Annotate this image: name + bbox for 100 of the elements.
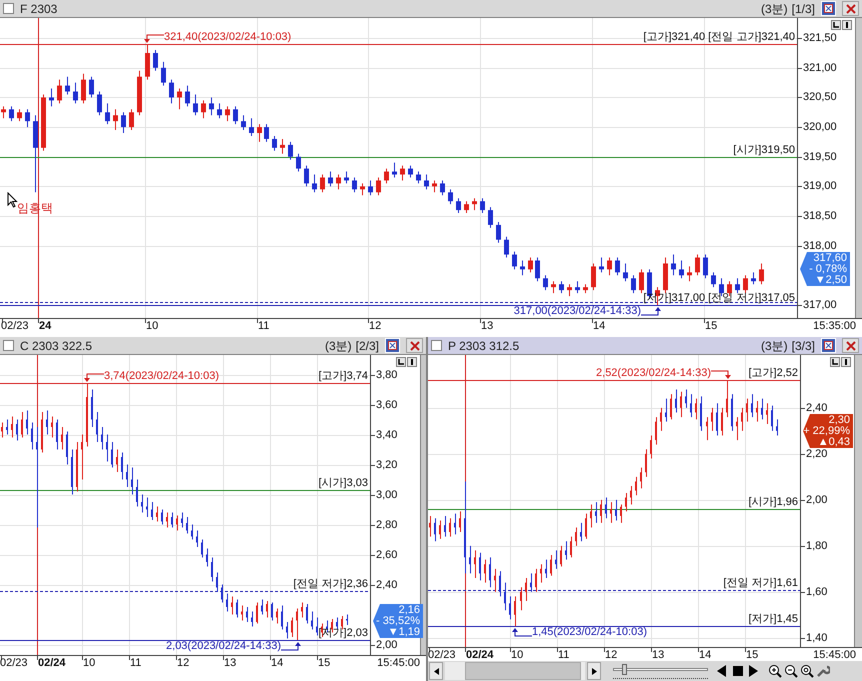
candlestick xyxy=(499,570,501,597)
zoom-out-icon[interactable] xyxy=(784,664,798,678)
candlestick xyxy=(141,494,143,513)
candlestick xyxy=(761,398,763,420)
caret-left-icon xyxy=(434,668,438,674)
candlestick xyxy=(551,280,556,294)
candlestick xyxy=(392,162,397,178)
bar-icon[interactable] xyxy=(407,357,417,367)
axis-label: 2,20 xyxy=(806,448,828,460)
page-indicator: [1/3] xyxy=(792,0,815,18)
axis-label: 320,00 xyxy=(803,121,837,133)
panel-checkbox[interactable] xyxy=(431,340,442,351)
candlestick xyxy=(169,79,174,104)
candlestick xyxy=(116,449,118,472)
axis-label: 12 xyxy=(369,320,382,332)
candlestick xyxy=(679,260,684,279)
change-percent: - 35,52% xyxy=(376,616,420,626)
candlestick xyxy=(217,102,222,119)
maximize-button[interactable] xyxy=(385,338,400,353)
candlestick xyxy=(726,380,728,418)
axis-label: 2,60 xyxy=(376,549,398,561)
page-indicator: [2/3] xyxy=(356,338,379,354)
candlestick xyxy=(776,418,778,436)
candlestick xyxy=(434,518,436,542)
stop-icon[interactable] xyxy=(732,664,746,678)
candlestick xyxy=(46,410,48,435)
candlestick xyxy=(525,578,527,602)
zoom-in-icon[interactable] xyxy=(768,664,782,678)
split-icon[interactable] xyxy=(396,357,406,367)
candlestick xyxy=(590,504,592,528)
candlestick xyxy=(201,100,206,119)
candlestick xyxy=(469,545,471,574)
axis-label: 3,80 xyxy=(376,369,398,381)
candlestick xyxy=(251,611,253,627)
bar-icon[interactable] xyxy=(842,20,852,30)
candlestick xyxy=(615,499,617,522)
candlestick xyxy=(599,257,604,273)
panel-checkbox[interactable] xyxy=(3,340,14,351)
split-icon[interactable] xyxy=(831,20,841,30)
period-label: (3분) xyxy=(760,0,788,18)
zoom-slider[interactable] xyxy=(613,663,708,679)
candlestick xyxy=(81,73,86,104)
maximize-button[interactable] xyxy=(821,338,836,353)
level-label: [전일 저가]1,61 xyxy=(723,577,798,589)
candlestick xyxy=(630,486,632,505)
scroll-right-button[interactable] xyxy=(587,662,601,680)
scroll-thumb[interactable] xyxy=(465,662,581,680)
price-value: 317,60 xyxy=(813,252,847,264)
candlestick xyxy=(488,206,493,228)
axis-label: 02/23 xyxy=(1,320,29,332)
level-label: [고가]2,52 xyxy=(748,367,798,379)
candlestick xyxy=(73,82,78,104)
candlestick xyxy=(703,254,708,279)
candlestick xyxy=(151,502,153,520)
candlestick xyxy=(131,467,133,495)
axis-label: 3,40 xyxy=(376,429,398,441)
candlestick xyxy=(675,388,677,413)
candlestick xyxy=(221,584,223,603)
close-button[interactable] xyxy=(842,338,859,353)
maximize-button[interactable] xyxy=(821,1,836,16)
candlestick xyxy=(575,526,577,546)
close-button[interactable] xyxy=(406,338,423,353)
wrench-icon[interactable] xyxy=(816,664,830,678)
candlestick xyxy=(741,407,743,432)
candlestick xyxy=(346,614,348,626)
candlestick xyxy=(620,504,622,524)
axis-label: 319,50 xyxy=(803,151,837,163)
candlestick xyxy=(304,165,309,187)
axis-label: 13 xyxy=(652,649,664,661)
axis-label: 15 xyxy=(746,649,758,661)
candlestick xyxy=(484,559,486,584)
axis-label: 02/23 xyxy=(0,657,28,669)
axis-label: 12 xyxy=(177,657,190,669)
candlestick xyxy=(384,168,389,184)
arrow-icon xyxy=(641,306,661,316)
candlestick xyxy=(296,608,298,640)
caret-right-icon xyxy=(592,668,596,674)
split-icon[interactable] xyxy=(830,357,840,367)
candlestick xyxy=(550,554,552,576)
bar-icon[interactable] xyxy=(841,357,851,367)
change-amount: ▲0,43 xyxy=(818,436,850,448)
zoom-reset-icon[interactable] xyxy=(800,664,814,678)
time-label: 15:45:00 xyxy=(813,648,856,661)
candlestick xyxy=(424,174,429,190)
axis-label: 10 xyxy=(83,657,96,669)
axis-label: 2,80 xyxy=(376,519,398,531)
panel-checkbox[interactable] xyxy=(3,3,14,14)
candlestick xyxy=(280,138,285,154)
axis-label: 12 xyxy=(605,649,618,661)
candlestick xyxy=(286,622,288,639)
candlestick xyxy=(565,540,567,560)
annotation-label: 321,40(2023/02/24-10:03) xyxy=(164,32,292,43)
close-button[interactable] xyxy=(842,1,859,16)
candlestick xyxy=(288,141,293,160)
candlestick xyxy=(1,422,3,438)
slider-thumb[interactable] xyxy=(622,664,627,675)
candlestick xyxy=(26,410,28,435)
candlestick xyxy=(706,416,708,441)
scroll-left-button[interactable] xyxy=(429,662,443,680)
candlestick xyxy=(480,198,485,214)
